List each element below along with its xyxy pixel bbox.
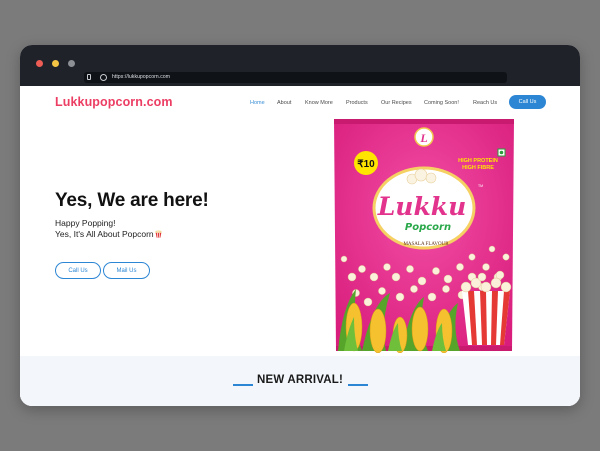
maximize-window-dot[interactable] [68,60,75,67]
hero-call-button[interactable]: Call Us [55,262,101,279]
nav-products[interactable]: Products [346,100,368,106]
nav-our-recipes[interactable]: Our Recipes [381,100,412,106]
nav-home[interactable]: Home [250,100,265,106]
header-call-button[interactable]: Call Us [509,95,546,109]
price-label: ₹10 [357,159,375,170]
close-window-dot[interactable] [36,60,43,67]
nav-about[interactable]: About [277,100,291,106]
hero-subtitle: Happy Popping! Yes, It's All About Popco… [55,218,162,239]
trademark: TM [478,184,483,188]
pack-emblem-letter: L [419,131,427,145]
address-bar[interactable]: https://lukkupopcorn.com [84,72,507,83]
pack-brand-name: Lukku [377,192,467,221]
pack-flavour: MASALA FLAVOUR [403,242,449,247]
hero-line-2-text: Yes, It's All About Popcorn [55,228,154,239]
popcorn-icon [155,229,162,238]
hero-title: Yes, We are here! [55,190,209,211]
hero-line-1: Happy Popping! [55,218,116,228]
pack-sub-brand: Popcorn [405,222,451,233]
claim-high-fibre: HIGH FIBRE [462,165,494,171]
popcorn-pack-image: ₹10 L HIGH PROTEIN HIGH FIBRE Lukku Popc… [334,119,514,353]
nav-reach-us[interactable]: Reach Us [473,100,497,106]
hero-line-2: Yes, It's All About Popcorn [55,229,162,240]
tab-icon [87,74,91,80]
nav-coming-soon[interactable]: Coming Soon! [424,100,459,106]
hero-mail-button[interactable]: Mail Us [103,262,150,279]
veg-mark-icon [499,150,504,155]
new-arrival-heading: NEW ARRIVAL! [256,374,344,386]
globe-icon [100,74,107,81]
heading-rule-right [348,384,368,386]
website: Lukkupopcorn.com Home About Know More Pr… [20,86,580,406]
site-logo[interactable]: Lukkupopcorn.com [55,95,173,109]
browser-toolbar: https://lukkupopcorn.com [20,45,580,86]
address-url[interactable]: https://lukkupopcorn.com [112,72,170,83]
claim-high-protein: HIGH PROTEIN [458,158,498,164]
minimize-window-dot[interactable] [52,60,59,67]
nav-know-more[interactable]: Know More [305,100,333,106]
browser-window: https://lukkupopcorn.com Lukkupopcorn.co… [20,45,580,406]
